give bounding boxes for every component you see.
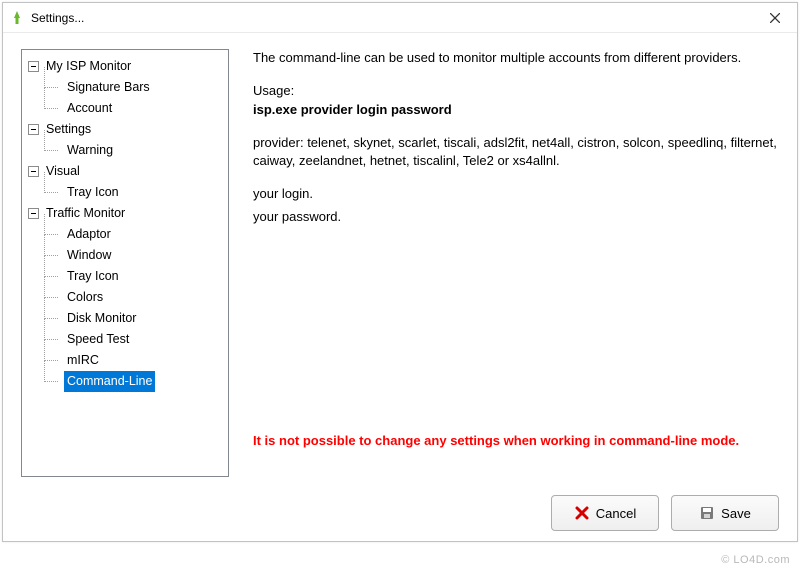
tree-item-colors[interactable]: Colors xyxy=(28,287,226,308)
tree-item-label: Speed Test xyxy=(64,329,132,350)
password-text: your password. xyxy=(253,208,779,227)
tree-item-signature-bars[interactable]: Signature Bars xyxy=(28,77,226,98)
close-icon xyxy=(770,13,780,23)
providers-text: provider: telenet, skynet, scarlet, tisc… xyxy=(253,134,779,172)
tree-item-label: Visual xyxy=(43,161,83,182)
save-button[interactable]: Save xyxy=(671,495,779,531)
tree-item-settings[interactable]: Settings xyxy=(28,119,226,140)
tree-item-label: Tray Icon xyxy=(64,182,122,203)
tree-item-label: Window xyxy=(64,245,114,266)
warning-text: It is not possible to change any setting… xyxy=(253,432,779,451)
tree-item-label: Signature Bars xyxy=(64,77,153,98)
tree-item-label: My ISP Monitor xyxy=(43,56,134,77)
tree-item-label: Command-Line xyxy=(64,371,155,392)
save-icon xyxy=(699,505,715,521)
tree-item-label: Account xyxy=(64,98,115,119)
tree-item-visual[interactable]: Visual xyxy=(28,161,226,182)
tree-item-label: mIRC xyxy=(64,350,102,371)
tree-item-my-isp-monitor[interactable]: My ISP Monitor xyxy=(28,56,226,77)
tree-item-label: Settings xyxy=(43,119,94,140)
intro-text: The command-line can be used to monitor … xyxy=(253,49,779,68)
tree-item-adaptor[interactable]: Adaptor xyxy=(28,224,226,245)
tree-item-label: Traffic Monitor xyxy=(43,203,128,224)
watermark: © LO4D.com xyxy=(721,554,790,566)
tree-item-traffic-monitor[interactable]: Traffic Monitor xyxy=(28,203,226,224)
tree-item-command-line[interactable]: Command-Line xyxy=(28,371,226,392)
tree-item-warning[interactable]: Warning xyxy=(28,140,226,161)
save-label: Save xyxy=(721,506,751,521)
app-icon xyxy=(9,10,25,26)
expander-icon[interactable] xyxy=(28,166,39,177)
login-text: your login. xyxy=(253,185,779,204)
tree-item-label: Warning xyxy=(64,140,116,161)
tree-item-speed-test[interactable]: Speed Test xyxy=(28,329,226,350)
cancel-icon xyxy=(574,505,590,521)
cancel-label: Cancel xyxy=(596,506,636,521)
window-title: Settings... xyxy=(31,11,753,25)
tree-item-label: Tray Icon xyxy=(64,266,122,287)
tree-item-tray-icon[interactable]: Tray Icon xyxy=(28,182,226,203)
usage-command: isp.exe provider login password xyxy=(253,101,779,120)
cancel-button[interactable]: Cancel xyxy=(551,495,659,531)
tree-item-label: Colors xyxy=(64,287,106,308)
nav-tree[interactable]: My ISP MonitorSignature BarsAccountSetti… xyxy=(21,49,229,477)
settings-window: Settings... My ISP MonitorSignature Bars… xyxy=(2,2,798,542)
content-area: My ISP MonitorSignature BarsAccountSetti… xyxy=(3,33,797,485)
expander-icon[interactable] xyxy=(28,61,39,72)
usage-label: Usage: xyxy=(253,82,779,101)
titlebar[interactable]: Settings... xyxy=(3,3,797,33)
tree-item-tray-icon[interactable]: Tray Icon xyxy=(28,266,226,287)
tree-item-account[interactable]: Account xyxy=(28,98,226,119)
tree-item-label: Adaptor xyxy=(64,224,114,245)
tree-item-label: Disk Monitor xyxy=(64,308,139,329)
close-button[interactable] xyxy=(753,3,797,33)
expander-icon[interactable] xyxy=(28,124,39,135)
tree-item-disk-monitor[interactable]: Disk Monitor xyxy=(28,308,226,329)
detail-panel: The command-line can be used to monitor … xyxy=(253,49,779,477)
footer: Cancel Save xyxy=(3,485,797,545)
tree-item-mirc[interactable]: mIRC xyxy=(28,350,226,371)
tree-item-window[interactable]: Window xyxy=(28,245,226,266)
expander-icon[interactable] xyxy=(28,208,39,219)
